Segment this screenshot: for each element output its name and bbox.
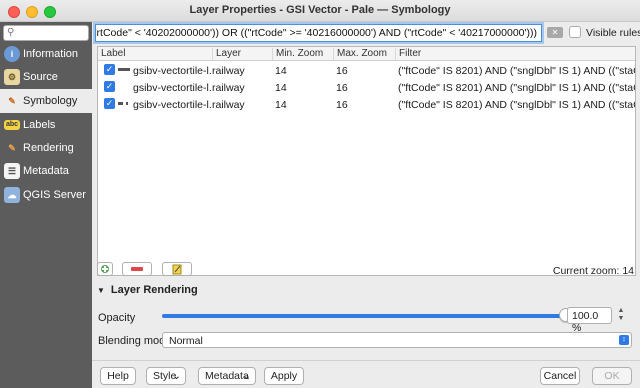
clear-filter-button[interactable]: ✕ xyxy=(547,27,563,38)
sidebar-item-qgis-server[interactable]: ☁ QGIS Server xyxy=(0,183,92,207)
blending-mode-select[interactable]: Normal ↕ xyxy=(162,332,632,348)
search-icon: ⚲ xyxy=(7,27,15,38)
sidebar: ⚲ i Information ⚙ Source ✎ Symbology abc… xyxy=(0,22,92,388)
ok-button[interactable]: OK xyxy=(592,367,632,385)
rule-layer: railway xyxy=(212,82,245,94)
column-header-filter[interactable]: Filter xyxy=(395,48,635,61)
rule-max-zoom: 16 xyxy=(336,99,348,111)
labels-icon: abc xyxy=(4,120,20,130)
style-menu-button[interactable]: Style ⌄ xyxy=(146,367,186,385)
visible-rules-only-checkbox[interactable] xyxy=(569,26,581,38)
rule-max-zoom: 16 xyxy=(336,82,348,94)
info-icon: i xyxy=(4,46,20,62)
chevron-down-icon: ⌄ xyxy=(242,370,251,382)
remove-rule-button[interactable] xyxy=(122,262,152,276)
sidebar-item-label: QGIS Server xyxy=(23,189,86,201)
sidebar-item-label: Rendering xyxy=(23,142,74,154)
blending-mode-label: Blending mode xyxy=(98,335,172,347)
rule-filter: ("ftCode" IS 8201) AND ("snglDbl" IS 1) … xyxy=(398,65,635,77)
column-header-min-zoom[interactable]: Min. Zoom xyxy=(272,48,333,61)
source-icon: ⚙ xyxy=(4,69,20,85)
filter-expression-input[interactable]: 0201000000') AND ("rtCode" < '4020200000… xyxy=(95,24,542,42)
rules-table: Label Layer Min. Zoom Max. Zoom Filter ✓… xyxy=(97,46,636,276)
rule-layer: railway xyxy=(212,65,245,77)
rule-min-zoom: 14 xyxy=(275,65,287,77)
symbology-icon: ✎ xyxy=(8,96,16,106)
layer-rendering-title: Layer Rendering xyxy=(110,284,198,296)
chevron-down-icon: ⌄ xyxy=(172,370,181,382)
sidebar-item-label: Source xyxy=(23,71,58,83)
rules-table-header: Label Layer Min. Zoom Max. Zoom Filter xyxy=(98,47,635,61)
rule-label: gsibv-vectortile-l... xyxy=(133,65,211,77)
rule-enabled-checkbox[interactable]: ✓ xyxy=(104,81,115,92)
spin-arrows-icon[interactable]: ▲ ▼ xyxy=(616,307,626,324)
sidebar-item-label: Metadata xyxy=(23,165,69,177)
rule-max-zoom: 16 xyxy=(336,65,348,77)
add-rule-button[interactable] xyxy=(97,262,113,276)
add-rule-icon xyxy=(101,265,109,273)
edit-rule-button[interactable] xyxy=(162,262,192,276)
filter-expression-text: 0201000000') AND ("rtCode" < '4020200000… xyxy=(96,27,537,39)
sidebar-item-label: Information xyxy=(23,48,79,60)
collapse-triangle-icon: ▼ xyxy=(97,286,105,295)
metadata-icon: ☰ xyxy=(4,163,20,179)
help-button[interactable]: Help xyxy=(100,367,136,385)
blending-mode-value: Normal xyxy=(169,335,203,347)
cancel-button[interactable]: Cancel xyxy=(540,367,580,385)
chevron-updown-icon: ↕ xyxy=(619,335,629,345)
rule-min-zoom: 14 xyxy=(275,82,287,94)
current-zoom-label: Current zoom: 14 xyxy=(552,265,634,277)
remove-rule-icon xyxy=(131,267,143,271)
column-header-layer[interactable]: Layer xyxy=(212,48,272,61)
visible-rules-only-label: Visible rules only xyxy=(586,27,640,39)
sidebar-item-metadata[interactable]: ☰ Metadata xyxy=(0,159,92,183)
column-header-max-zoom[interactable]: Max. Zoom xyxy=(333,48,395,61)
opacity-spinbox[interactable]: 100.0 % xyxy=(567,307,612,334)
window-title: Layer Properties - GSI Vector - Pale — S… xyxy=(189,4,451,16)
rule-enabled-checkbox[interactable]: ✓ xyxy=(104,64,115,75)
symbology-panel: 0201000000') AND ("rtCode" < '4020200000… xyxy=(92,22,640,388)
rule-enabled-checkbox[interactable]: ✓ xyxy=(104,98,115,109)
sidebar-item-labels[interactable]: abc Labels xyxy=(0,113,92,137)
qgis-server-icon: ☁ xyxy=(4,187,20,203)
sidebar-item-label: Symbology xyxy=(23,95,78,107)
dashed-line-symbol-icon xyxy=(118,102,128,105)
title-bar: Layer Properties - GSI Vector - Pale — S… xyxy=(0,0,640,22)
sidebar-search-input[interactable]: ⚲ xyxy=(3,25,89,41)
rendering-icon: ✎ xyxy=(8,143,16,153)
opacity-slider-track[interactable] xyxy=(162,314,562,318)
table-row[interactable]: ✓ gsibv-vectortile-l... railway 14 16 ("… xyxy=(98,96,635,112)
column-header-label[interactable]: Label xyxy=(98,48,212,61)
table-row[interactable]: ✓ gsibv-vectortile-l... railway 14 16 ("… xyxy=(98,62,635,78)
sidebar-item-symbology[interactable]: ✎ Symbology xyxy=(0,89,92,113)
sidebar-item-rendering[interactable]: ✎ Rendering xyxy=(0,136,92,160)
rule-filter: ("ftCode" IS 8201) AND ("snglDbl" IS 1) … xyxy=(398,82,635,94)
opacity-label: Opacity xyxy=(98,312,136,324)
opacity-value: 100.0 % xyxy=(572,310,599,334)
line-symbol-icon xyxy=(118,68,130,71)
sidebar-item-label: Labels xyxy=(23,119,56,131)
edit-rule-icon xyxy=(172,264,182,275)
sidebar-item-information[interactable]: i Information xyxy=(0,42,92,66)
rule-label: gsibv-vectortile-l... xyxy=(133,99,211,111)
table-row[interactable]: ✓ gsibv-vectortile-l... railway 14 16 ("… xyxy=(98,79,635,95)
rule-min-zoom: 14 xyxy=(275,99,287,111)
rule-label: gsibv-vectortile-l... xyxy=(133,82,211,94)
layer-rendering-header[interactable]: ▼ Layer Rendering xyxy=(97,284,198,296)
metadata-menu-button[interactable]: Metadata ⌄ xyxy=(198,367,256,385)
sidebar-item-source[interactable]: ⚙ Source xyxy=(0,65,92,89)
rule-filter: ("ftCode" IS 8201) AND ("snglDbl" IS 1) … xyxy=(398,99,635,111)
rule-layer: railway xyxy=(212,99,245,111)
apply-button[interactable]: Apply xyxy=(264,367,304,385)
